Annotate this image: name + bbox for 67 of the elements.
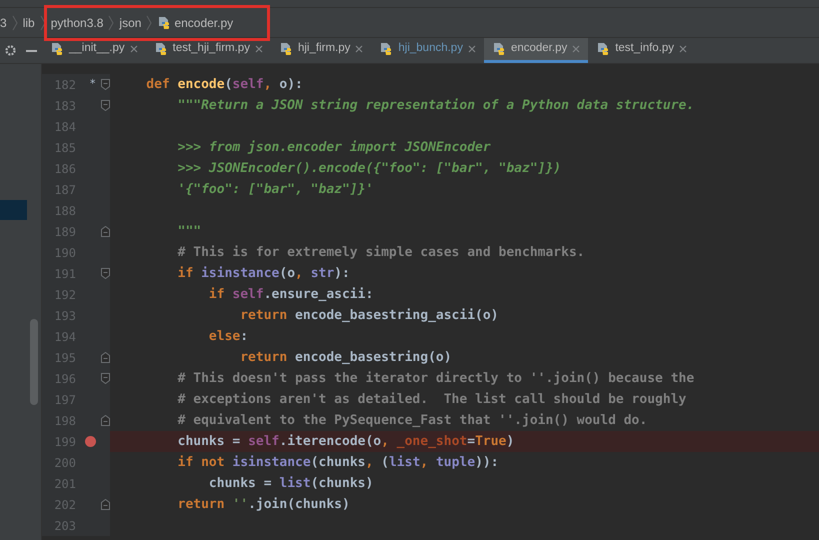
fold-marker-icon[interactable] [101,79,110,90]
close-icon[interactable] [355,45,364,53]
fold-marker-icon[interactable] [101,226,110,237]
code-line: if not isinstance(chunks, (list, tuple)): [176,454,499,472]
editor-tab[interactable]: encoder.py [484,38,588,63]
close-icon[interactable] [254,45,263,53]
python-file-icon [154,42,168,56]
chevron-icon [146,14,152,32]
code-line: chunks = list(chunks) [208,474,374,493]
breadcrumb-item[interactable]: python3.8 [50,14,104,32]
breadcrumb-item[interactable]: json [119,14,142,32]
fold-marker-icon[interactable] [101,100,110,111]
chevron-icon [108,14,114,32]
code-line: else: [208,328,248,346]
tab-label: __init__.py [69,41,125,56]
code-line: # equivalent to the PySequence_Fast that ''.join() would do. [176,412,648,430]
python-file-icon [596,42,610,56]
close-icon[interactable] [572,45,580,53]
code-line: def encode(self, o): [145,76,303,94]
tab-label: encoder.py [510,41,568,56]
editor-tab[interactable]: __init__.py [42,38,146,63]
bookmark-mark: * [89,76,96,92]
python-file-icon [492,42,506,56]
python-file-icon [50,42,64,56]
breadcrumb-item[interactable]: encoder.py [157,14,234,32]
breakpoint-icon[interactable] [85,436,96,447]
minimize-icon[interactable] [26,50,37,52]
editor-tab[interactable]: test_hji_firm.py [146,38,271,63]
code-line: """ [176,222,202,241]
scrollbar-thumb[interactable] [30,319,38,405]
tab-label: hji_bunch.py [398,41,463,56]
code-line: """Return a JSON string representation of a Python data structure. [176,96,694,115]
code-line: return encode_basestring_ascii(o) [239,306,499,325]
editor-tab[interactable]: test_info.py [588,38,696,63]
fold-marker-icon[interactable] [101,499,110,510]
code-line: return ''.join(chunks) [176,496,350,514]
code-line: >>> from json.encoder import JSONEncoder [176,138,491,157]
python-file-icon [278,42,293,56]
code-line: return encode_basestring(o) [239,348,452,367]
fold-marker-icon[interactable] [101,268,110,279]
code-line: '{"foo": ["bar", "baz"]}' [176,180,374,199]
settings-icon[interactable] [5,45,16,56]
fold-marker-icon[interactable] [101,352,110,363]
chevron-icon [40,14,46,32]
close-icon[interactable] [468,45,476,53]
tab-label: test_info.py [615,41,674,56]
code-line: chunks = self.iterencode(o, _one_shot=True) [176,432,514,451]
python-file-icon [157,16,172,30]
tab-label: test_hji_firm.py [172,41,250,56]
close-icon[interactable] [130,45,138,53]
chevron-icon [12,14,18,32]
close-icon[interactable] [679,45,688,53]
python-file-icon [379,42,394,56]
tab-label: hji_firm.py [298,41,350,56]
code-line: # exceptions aren't as detailed. The list call should be roughly [176,390,686,409]
code-line: # This is for extremely simple cases and benchmarks. [176,244,585,262]
breadcrumb-item[interactable]: 3 [0,14,7,32]
code-line: if self.ensure_ascii: [208,286,374,304]
selected-row-highlight [0,200,27,220]
editor-tab[interactable]: hji_firm.py [270,38,372,63]
code-line: if isinstance(o, str): [176,264,350,283]
breadcrumb-item[interactable]: lib [22,14,35,32]
code-line: >>> JSONEncoder().encode({"foo": ["bar", "baz"]}) [176,160,562,178]
fold-marker-icon[interactable] [101,415,110,426]
code-line: # This doesn't pass the iterator directly to ''.join() because the [176,370,694,388]
fold-marker-icon[interactable] [101,373,110,384]
editor-tab[interactable]: hji_bunch.py [371,38,484,63]
